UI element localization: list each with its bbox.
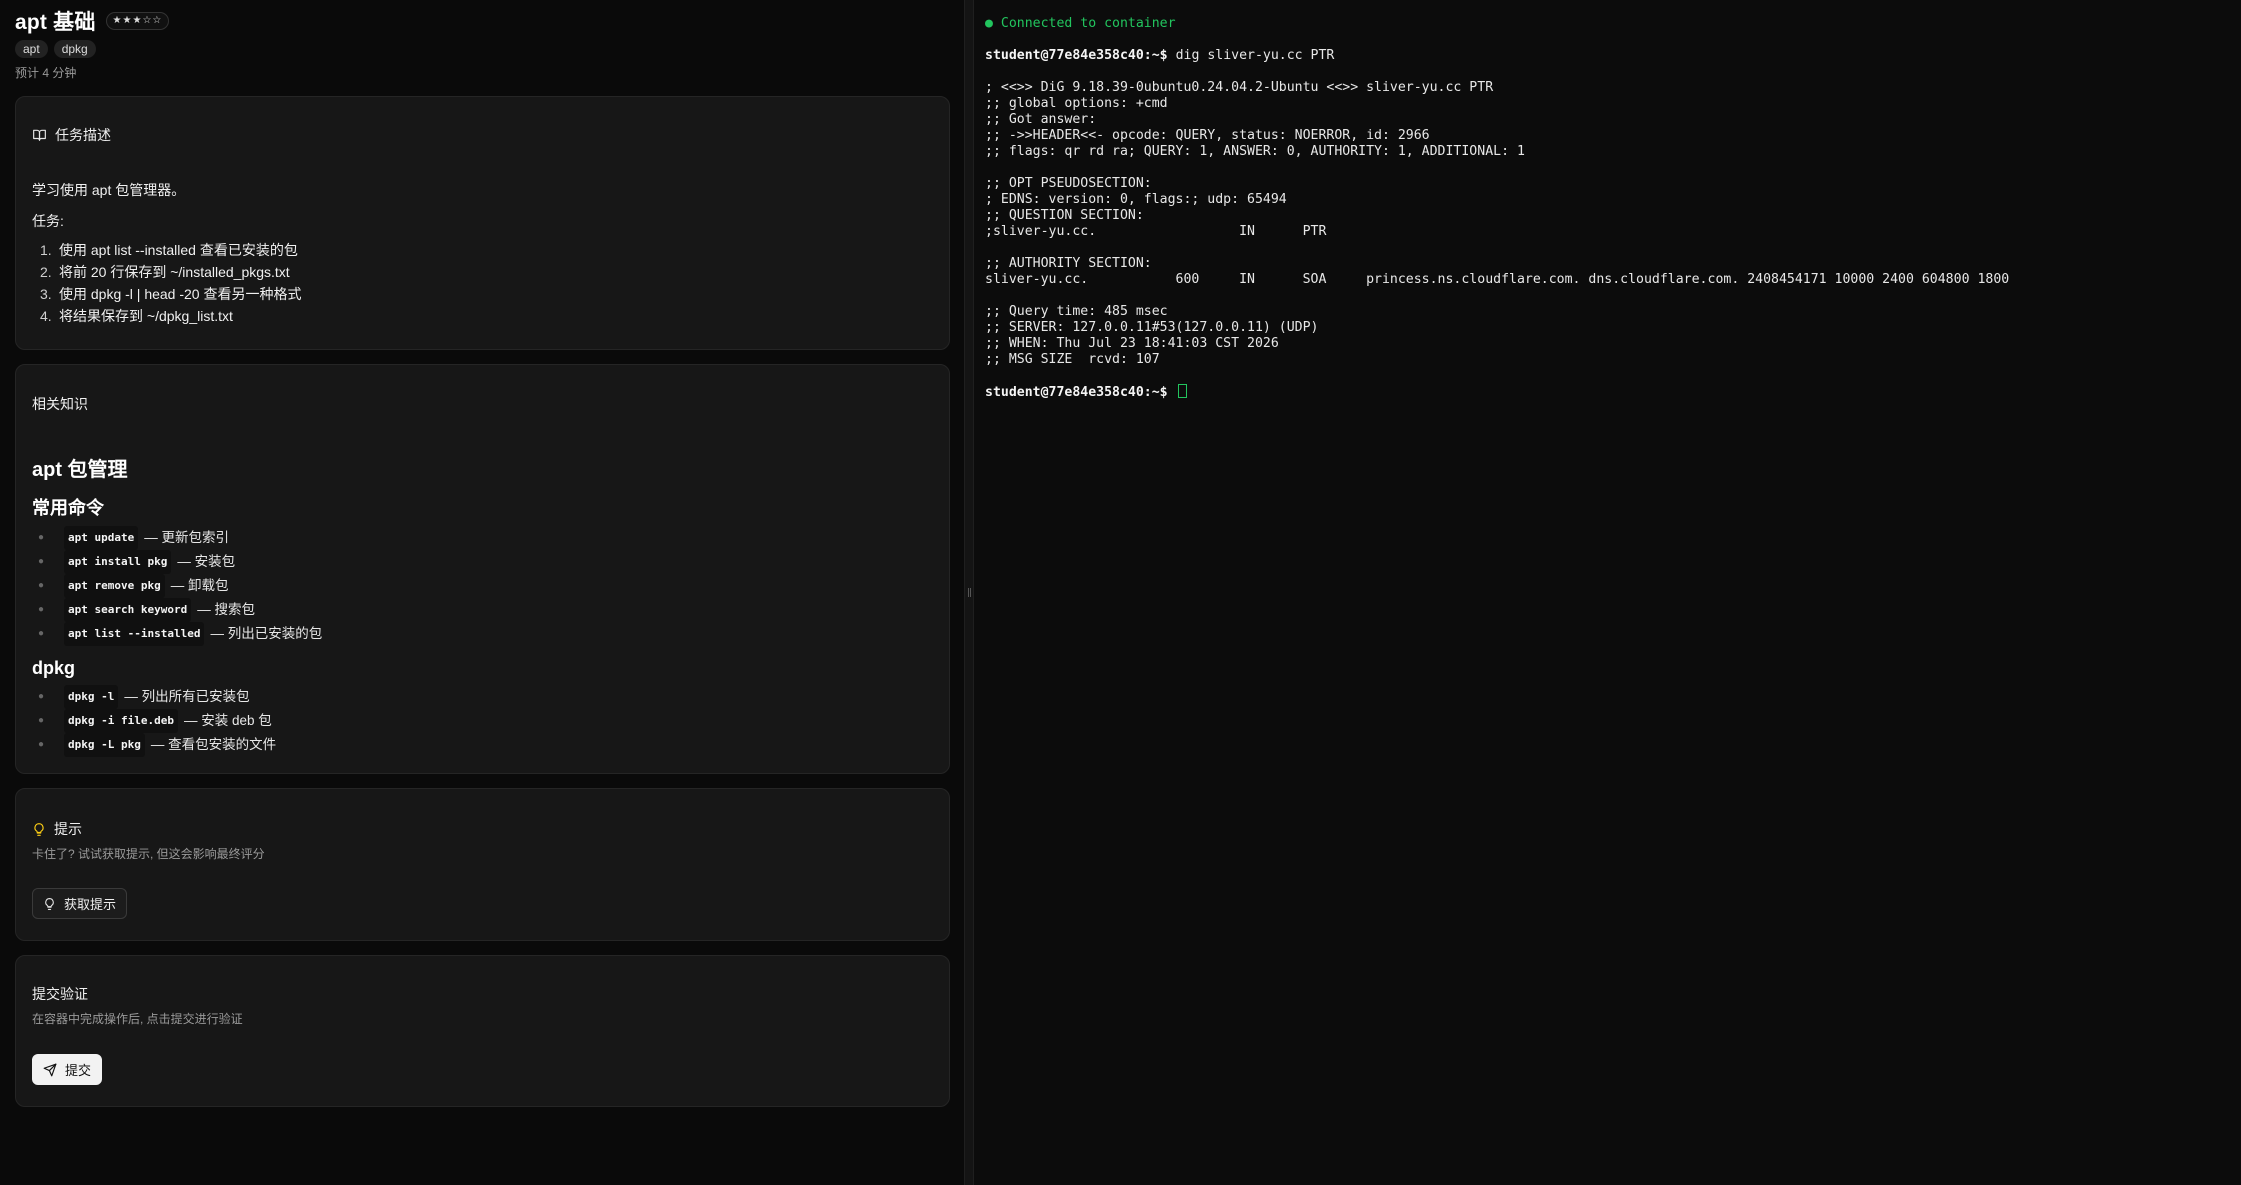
difficulty-stars: ★★★☆☆ [105,12,170,30]
app: apt 基础 ★★★☆☆ apt dpkg 预计 4 分钟 任务描述 学习使用 … [0,0,2241,1185]
terminal-output-line: ;; QUESTION SECTION: [985,208,1144,223]
terminal[interactable]: ● Connected to container student@77e84e3… [974,0,2241,1185]
task-panel: apt 基础 ★★★☆☆ apt dpkg 预计 4 分钟 任务描述 学习使用 … [0,0,964,1185]
terminal-output-line: ;sliver-yu.cc. IN PTR [985,224,1327,239]
submit-subtitle: 在容器中完成操作后, 点击提交进行验证 [32,1012,243,1026]
terminal-prompt: student@77e84e358c40:~$ [985,48,1168,63]
terminal-output-line: ;; WHEN: Thu Jul 23 18:41:03 CST 2026 [985,336,1279,351]
list-item: ● dpkg -L pkg — 查看包安装的文件 [32,733,933,757]
submit-label: 提交 [65,1063,92,1078]
submit-title: 提交验证 [32,986,88,1002]
terminal-output-line: ;; flags: qr rd ra; QUERY: 1, ANSWER: 0,… [985,144,1525,159]
list-item: ● apt install pkg — 安装包 [32,550,933,574]
code-snippet: dpkg -L pkg [64,733,145,757]
task-intro: 学习使用 apt 包管理器。 [32,182,186,198]
command-line: student@77e84e358c40:~$ dig sliver-yu.cc… [985,48,2241,64]
terminal-blank [985,32,2241,48]
task-description-title: 任务描述 [55,127,111,143]
hint-header: 提示 [32,819,933,839]
terminal-output-line: ;; MSG SIZE rcvd: 107 [985,352,1160,367]
list-item: ● apt list --installed — 列出已安装的包 [32,622,933,646]
connection-status: ● Connected to container [985,16,1176,31]
list-item: ● dpkg -i file.deb — 安装 deb 包 [32,709,933,733]
list-item: 1. 使用 apt list --installed 查看已安装的包 [40,242,298,258]
task-subheading: 任务: [32,213,64,229]
title-row: apt 基础 ★★★☆☆ [15,10,950,34]
list-item: ● apt remove pkg — 卸载包 [32,574,933,598]
terminal-cursor [1177,384,1187,398]
apt-command-list: ● apt update — 更新包索引 ● apt install pkg — 安装包… [32,526,933,646]
code-snippet: apt update [64,526,139,550]
terminal-output-line: ; EDNS: version: 0, flags:; udp: 65494 [985,192,1287,207]
code-snippet: apt remove pkg [64,574,165,598]
resize-handle[interactable] [964,0,974,1185]
hint-card: 提示 卡住了? 试试获取提示, 但这会影响最终评分 获取提示 [15,788,950,941]
terminal-output-line: ;; SERVER: 127.0.0.11#53(127.0.0.11) (UD… [985,320,1319,335]
task-description-header: 任务描述 [32,125,933,145]
submit-button[interactable]: 提交 [32,1054,103,1085]
terminal-command: dig sliver-yu.cc PTR [1175,48,1335,63]
dpkg-command-list: ● dpkg -l — 列出所有已安装包 ● dpkg -i file.deb — 安装… [32,685,933,757]
active-command-line: student@77e84e358c40:~$ [985,384,2241,401]
code-snippet: dpkg -l [64,685,119,709]
terminal-output-line: ;; Got answer: [985,112,1097,127]
terminal-output-line: ;; global options: +cmd [985,96,1168,111]
hint-subtitle: 卡住了? 试试获取提示, 但这会影响最终评分 [32,847,265,861]
knowledge-title: 相关知识 [32,396,88,412]
knowledge-heading: apt 包管理 [32,459,128,481]
tag[interactable]: apt [15,40,48,58]
terminal-output: ; <<>> DiG 9.18.39-0ubuntu0.24.04.2-Ubun… [985,64,2241,384]
lightbulb-icon [32,822,46,837]
terminal-output-line: sliver-yu.cc. 600 IN SOA princess.ns.clo… [985,272,2010,287]
lightbulb-icon [43,897,56,911]
task-description-card: 任务描述 学习使用 apt 包管理器。 任务: 1. 使用 apt list --… [15,96,950,350]
grip-icon [967,588,971,597]
book-icon [32,128,47,142]
send-icon [43,1063,57,1077]
code-snippet: apt install pkg [64,550,172,574]
terminal-output-line: ;; AUTHORITY SECTION: [985,256,1152,271]
code-snippet: dpkg -i file.deb [64,709,178,733]
code-snippet: apt list --installed [64,622,205,646]
dpkg-heading: dpkg [32,658,75,678]
get-hint-button[interactable]: 获取提示 [32,888,128,919]
common-commands-heading: 常用命令 [32,498,104,518]
list-item: ● apt update — 更新包索引 [32,526,933,550]
code-snippet: apt search keyword [64,598,192,622]
hint-title: 提示 [54,821,82,837]
terminal-prompt: student@77e84e358c40:~$ [985,385,1168,400]
list-item: 3. 使用 dpkg -l | head -20 查看另一种格式 [40,286,302,302]
get-hint-label: 获取提示 [64,897,117,912]
terminal-output-line: ; <<>> DiG 9.18.39-0ubuntu0.24.04.2-Ubun… [985,80,1494,95]
time-estimate: 预计 4 分钟 [15,66,77,80]
list-item: 2. 将前 20 行保存到 ~/installed_pkgs.txt [40,264,290,280]
tag-list: apt dpkg [15,40,950,58]
terminal-output-line: ;; ->>HEADER<<- opcode: QUERY, status: N… [985,128,1430,143]
task-list: 1. 使用 apt list --installed 查看已安装的包 2. 将前 2… [32,239,933,327]
terminal-output-line: ;; OPT PSEUDOSECTION: [985,176,1152,191]
terminal-output-line: ;; Query time: 485 msec [985,304,1168,319]
page-title: apt 基础 [15,11,96,34]
list-item: ● apt search keyword — 搜索包 [32,598,933,622]
list-item: ● dpkg -l — 列出所有已安装包 [32,685,933,709]
submit-header: 提交验证 [32,984,933,1004]
knowledge-card: 相关知识 apt 包管理 常用命令 ● apt update — 更新包索引 ● ap… [15,364,950,774]
submit-card: 提交验证 在容器中完成操作后, 点击提交进行验证 提交 [15,955,950,1107]
tag[interactable]: dpkg [53,40,96,58]
list-item: 4. 将结果保存到 ~/dpkg_list.txt [40,308,233,324]
